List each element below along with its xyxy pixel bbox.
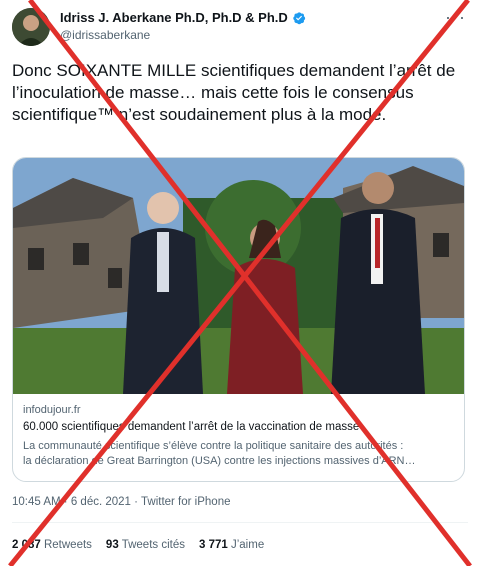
tweet-meta: 10:45 AM · 6 déc. 2021 · Twitter for iPh… bbox=[12, 496, 230, 508]
card-description-line-1: La communauté scientifique s’élève contr… bbox=[23, 440, 404, 452]
tweet-text: Donc SOIXANTE MILLE scientifiques demand… bbox=[12, 61, 456, 124]
meta-separator: · bbox=[63, 496, 68, 508]
tweet-time[interactable]: 10:45 AM bbox=[12, 496, 61, 508]
author-name[interactable]: Idriss J. Aberkane Ph.D, Ph.D & Ph.D bbox=[60, 10, 288, 25]
tweet-date[interactable]: 6 déc. 2021 bbox=[71, 496, 131, 508]
tweet-source[interactable]: Twitter for iPhone bbox=[141, 496, 230, 508]
verified-badge-icon bbox=[292, 11, 306, 25]
card-description-line-2: la déclaration de Great Barrington (USA)… bbox=[23, 455, 416, 467]
avatar[interactable] bbox=[12, 8, 50, 46]
quotes-count: 93 bbox=[105, 539, 119, 551]
quotes-stat[interactable]: 93 Tweets cités bbox=[106, 539, 185, 551]
retweets-stat[interactable]: 2 087 Retweets bbox=[12, 539, 92, 551]
retweets-count: 2 087 bbox=[12, 539, 41, 551]
meta-separator: · bbox=[134, 496, 138, 508]
author-block: Idriss J. Aberkane Ph.D, Ph.D & Ph.D @id… bbox=[60, 10, 306, 42]
likes-label: J’aime bbox=[230, 539, 265, 551]
quotes-label: Tweets cités bbox=[121, 539, 185, 551]
card-domain: infodujour.fr bbox=[23, 404, 81, 416]
tweet-header: Idriss J. Aberkane Ph.D, Ph.D & Ph.D @id… bbox=[12, 6, 468, 50]
more-options-icon[interactable]: ··· bbox=[445, 8, 466, 26]
tweet-stats: 2 087 Retweets 93 Tweets cités 3 771 J’a… bbox=[12, 539, 264, 551]
card-title: 60.000 scientifiques demandent l’arrêt d… bbox=[23, 421, 360, 433]
divider bbox=[12, 522, 468, 523]
card-body: infodujour.fr 60.000 scientifiques deman… bbox=[23, 404, 455, 469]
card-image bbox=[13, 158, 464, 394]
link-card[interactable]: infodujour.fr 60.000 scientifiques deman… bbox=[12, 157, 465, 482]
retweets-label: Retweets bbox=[43, 539, 92, 551]
tweet: Idriss J. Aberkane Ph.D, Ph.D & Ph.D @id… bbox=[0, 0, 480, 566]
likes-stat[interactable]: 3 771 J’aime bbox=[199, 539, 264, 551]
likes-count: 3 771 bbox=[199, 539, 228, 551]
author-handle[interactable]: @idrissaberkane bbox=[60, 28, 306, 42]
